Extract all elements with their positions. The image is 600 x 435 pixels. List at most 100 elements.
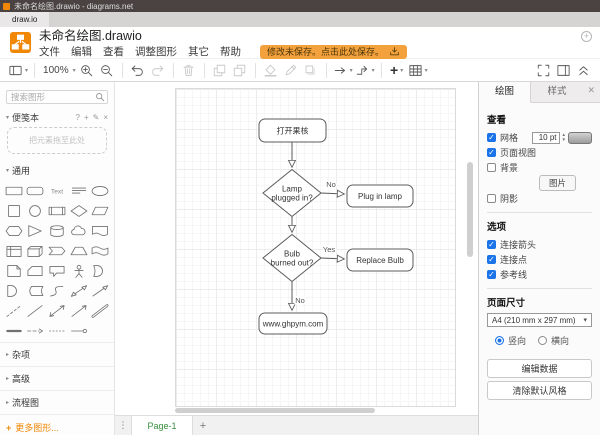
format-tab-样式[interactable]: 样式 xyxy=(531,82,583,102)
diagram-node-plug[interactable]: Plug in lamp xyxy=(347,185,413,207)
checkbox-页面视图[interactable]: ✓ xyxy=(487,148,496,157)
section-general[interactable]: ▾ 通用 xyxy=(0,160,114,179)
scratchpad-close-icon[interactable]: × xyxy=(103,113,108,122)
shape-line[interactable] xyxy=(25,301,47,320)
add-page-button[interactable]: + xyxy=(193,416,213,435)
section-杂项[interactable]: ▸杂项 xyxy=(0,342,114,366)
shape-internal-storage[interactable] xyxy=(3,241,25,260)
diagram-node-bulb[interactable]: Bulbburned out? xyxy=(263,235,321,282)
panel-button-清除默认风格[interactable]: 清除默认风格 xyxy=(487,381,592,400)
checkbox-阴影[interactable] xyxy=(487,194,496,203)
shape-actor[interactable] xyxy=(68,261,90,280)
format-tab-绘图[interactable]: 绘图 xyxy=(479,82,531,103)
scratchpad-help-icon[interactable]: ? xyxy=(76,113,80,122)
browser-tab-drawio[interactable]: draw.io xyxy=(0,12,49,27)
panel-button-编辑数据[interactable]: 编辑数据 xyxy=(487,359,592,378)
menu-查看[interactable]: 查看 xyxy=(103,44,124,59)
diagram-node-replace[interactable]: Replace Bulb xyxy=(347,249,413,271)
shape-hexagon[interactable] xyxy=(3,221,25,240)
menu-其它[interactable]: 其它 xyxy=(188,44,209,59)
shape-text[interactable]: Text xyxy=(46,181,68,200)
shape-square[interactable] xyxy=(3,201,25,220)
diagram-edge[interactable]: No xyxy=(321,180,344,194)
shape-data-storage[interactable] xyxy=(25,281,47,300)
horizontal-scrollbar[interactable] xyxy=(175,408,375,413)
page-tab[interactable]: Page-1 xyxy=(131,416,193,435)
radio-竖向[interactable]: 竖向 xyxy=(495,334,526,347)
shape-labeled-connector[interactable] xyxy=(68,321,90,340)
diagram-edge[interactable]: Yes xyxy=(321,245,344,259)
shape-triangle[interactable] xyxy=(25,221,47,240)
zoom-in-button[interactable] xyxy=(78,61,96,79)
undo-button[interactable] xyxy=(129,61,147,79)
shape-ellipse[interactable] xyxy=(89,181,111,200)
scratchpad-dropzone[interactable]: 把元素拖至此处 xyxy=(7,127,107,154)
shape-bidirectional-connector[interactable] xyxy=(46,301,68,320)
radio-横向[interactable]: 横向 xyxy=(538,334,569,347)
shape-directional-connector[interactable] xyxy=(68,301,90,320)
shape-circle[interactable] xyxy=(25,201,47,220)
shape-thick-link[interactable] xyxy=(3,321,25,340)
shape-or[interactable] xyxy=(89,261,111,280)
menu-帮助[interactable]: 帮助 xyxy=(220,44,241,59)
grid-size-input[interactable] xyxy=(532,132,560,144)
collapse-expand-button[interactable] xyxy=(574,61,592,79)
shape-arrow[interactable] xyxy=(89,281,111,300)
shape-card[interactable] xyxy=(25,261,47,280)
diagram-node-lamp[interactable]: Lampplugged in? xyxy=(263,170,321,217)
section-高级[interactable]: ▸高级 xyxy=(0,366,114,390)
shape-cloud[interactable] xyxy=(68,221,90,240)
unsaved-changes-banner[interactable]: 修改未保存。点击此处保存。 xyxy=(260,45,407,59)
shape-process[interactable] xyxy=(46,201,68,220)
menu-文件[interactable]: 文件 xyxy=(39,44,60,59)
plus-circle-icon[interactable]: + xyxy=(581,31,592,42)
shape-cylinder[interactable] xyxy=(46,221,68,240)
shape-curve[interactable] xyxy=(46,281,68,300)
shape-bidirectional-arrow[interactable] xyxy=(68,281,90,300)
grid-size-stepper[interactable]: ▲▼ xyxy=(562,133,566,142)
diagram-node-start[interactable]: 打开果核 xyxy=(259,119,326,142)
pages-menu-icon[interactable]: ⋮ xyxy=(115,416,131,435)
grid-color-button[interactable] xyxy=(568,132,592,144)
scratchpad-edit-icon[interactable]: ✎ xyxy=(93,113,100,122)
insert-button[interactable]: +▾ xyxy=(388,61,406,79)
shape-and[interactable] xyxy=(3,281,25,300)
section-流程图[interactable]: ▸流程图 xyxy=(0,390,114,414)
shape-document[interactable] xyxy=(89,221,111,240)
image-button[interactable]: 图片 xyxy=(539,175,576,191)
checkbox-参考线[interactable]: ✓ xyxy=(487,270,496,279)
shape-rounded-rectangle[interactable] xyxy=(25,181,47,200)
shape-diamond[interactable] xyxy=(68,201,90,220)
scratchpad-header[interactable]: ▾ 便笺本 ?+✎× xyxy=(0,108,114,126)
diagram-options-button[interactable]: ▾ xyxy=(8,61,28,79)
search-icon[interactable] xyxy=(95,89,105,107)
checkbox-网格[interactable]: ✓ xyxy=(487,133,496,142)
format-panel-button[interactable] xyxy=(554,61,572,79)
waypoints-button[interactable]: ▾ xyxy=(355,61,375,79)
close-icon[interactable]: ✕ xyxy=(587,85,595,96)
shape-dashed-line[interactable] xyxy=(3,301,25,320)
shape-step[interactable] xyxy=(46,241,68,260)
search-input[interactable] xyxy=(6,90,108,104)
vertical-scrollbar[interactable] xyxy=(467,162,473,257)
shape-link[interactable] xyxy=(89,301,111,320)
drawing-canvas[interactable]: NoYesNo打开果核Lampplugged in?Plug in lampBu… xyxy=(115,82,478,435)
more-shapes-button[interactable]: + 更多图形... xyxy=(0,414,114,435)
checkbox-连接箭头[interactable]: ✓ xyxy=(487,240,496,249)
menu-调整图形[interactable]: 调整图形 xyxy=(135,44,177,59)
shape-callout[interactable] xyxy=(46,261,68,280)
shape-textbox[interactable] xyxy=(68,181,90,200)
shape-dashed-connector[interactable] xyxy=(25,321,47,340)
zoom-out-button[interactable] xyxy=(98,61,116,79)
fullscreen-button[interactable] xyxy=(534,61,552,79)
table-button[interactable]: ▾ xyxy=(408,61,428,79)
shape-dotted-connector[interactable] xyxy=(46,321,68,340)
checkbox-连接点[interactable]: ✓ xyxy=(487,255,496,264)
menu-编辑[interactable]: 编辑 xyxy=(71,44,92,59)
shape-trapezoid[interactable] xyxy=(68,241,90,260)
shape-note[interactable] xyxy=(3,261,25,280)
diagram-node-site[interactable]: www.ghpym.com xyxy=(259,313,327,334)
page-size-select[interactable]: A4 (210 mm x 297 mm)▾ xyxy=(487,313,592,327)
shape-parallelogram[interactable] xyxy=(89,201,111,220)
shape-tape[interactable] xyxy=(89,241,111,260)
